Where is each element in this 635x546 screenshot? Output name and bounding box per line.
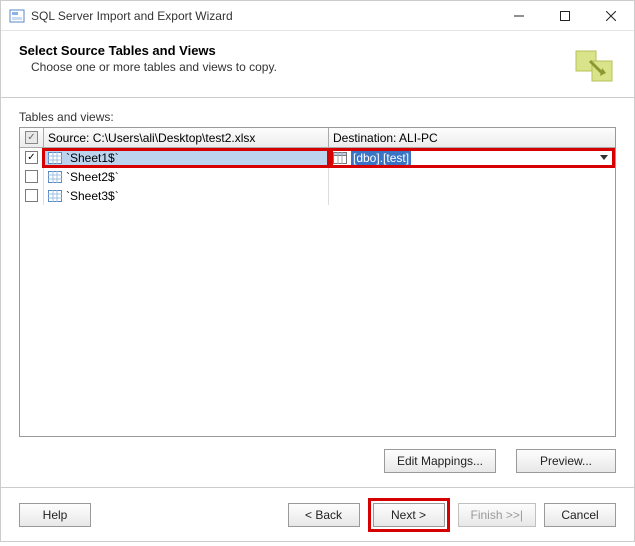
worksheet-icon — [48, 171, 62, 183]
table-row[interactable]: `Sheet3$` — [20, 186, 615, 205]
source-cell[interactable]: `Sheet1$` — [44, 148, 329, 167]
row-checkbox[interactable]: ✓ — [25, 151, 38, 164]
app-icon — [9, 8, 25, 24]
edit-mappings-button[interactable]: Edit Mappings... — [384, 449, 496, 473]
wizard-icon — [572, 43, 616, 87]
header-checkbox-cell[interactable]: ✓ — [20, 128, 44, 148]
table-row[interactable]: ✓ `Sheet1$` [dbo].[test] — [20, 148, 615, 167]
destination-cell[interactable] — [329, 186, 615, 205]
next-button[interactable]: Next > — [373, 503, 445, 527]
window-title: SQL Server Import and Export Wizard — [31, 9, 233, 23]
source-name: `Sheet1$` — [66, 151, 119, 165]
tables-grid[interactable]: ✓ Source: C:\Users\ali\Desktop\test2.xls… — [19, 127, 616, 437]
destination-cell[interactable] — [329, 167, 615, 186]
select-all-checkbox[interactable]: ✓ — [25, 131, 38, 144]
worksheet-icon — [48, 190, 62, 202]
tables-views-label: Tables and views: — [19, 110, 616, 124]
destination-column-header[interactable]: Destination: ALI-PC — [329, 128, 615, 148]
highlight-next-annotation: Next > — [368, 498, 450, 532]
cancel-button[interactable]: Cancel — [544, 503, 616, 527]
source-cell[interactable]: `Sheet2$` — [44, 167, 329, 186]
content-area: Tables and views: ✓ Source: C:\Users\ali… — [1, 98, 634, 437]
row-checkbox[interactable] — [25, 189, 38, 202]
table-icon — [333, 152, 347, 164]
minimize-button[interactable] — [496, 1, 542, 31]
source-column-header[interactable]: Source: C:\Users\ali\Desktop\test2.xlsx — [44, 128, 329, 148]
preview-button[interactable]: Preview... — [516, 449, 616, 473]
wizard-header: Select Source Tables and Views Choose on… — [1, 31, 634, 98]
source-name: `Sheet2$` — [66, 170, 119, 184]
page-title: Select Source Tables and Views — [19, 43, 572, 58]
source-name: `Sheet3$` — [66, 189, 119, 203]
close-button[interactable] — [588, 1, 634, 31]
page-subtitle: Choose one or more tables and views to c… — [19, 60, 572, 74]
destination-cell[interactable]: [dbo].[test] — [329, 148, 615, 167]
grid-actions: Edit Mappings... Preview... — [1, 437, 634, 473]
dropdown-arrow-icon[interactable] — [600, 155, 608, 160]
back-button[interactable]: < Back — [288, 503, 360, 527]
worksheet-icon — [48, 152, 62, 164]
destination-value: [dbo].[test] — [351, 151, 411, 165]
grid-header-row: ✓ Source: C:\Users\ali\Desktop\test2.xls… — [20, 128, 615, 148]
source-cell[interactable]: `Sheet3$` — [44, 186, 329, 205]
help-button[interactable]: Help — [19, 503, 91, 527]
wizard-footer: Help < Back Next > Finish >>| Cancel — [1, 488, 634, 546]
titlebar: SQL Server Import and Export Wizard — [1, 1, 634, 31]
row-checkbox[interactable] — [25, 170, 38, 183]
finish-button: Finish >>| — [458, 503, 536, 527]
table-row[interactable]: `Sheet2$` — [20, 167, 615, 186]
maximize-button[interactable] — [542, 1, 588, 31]
